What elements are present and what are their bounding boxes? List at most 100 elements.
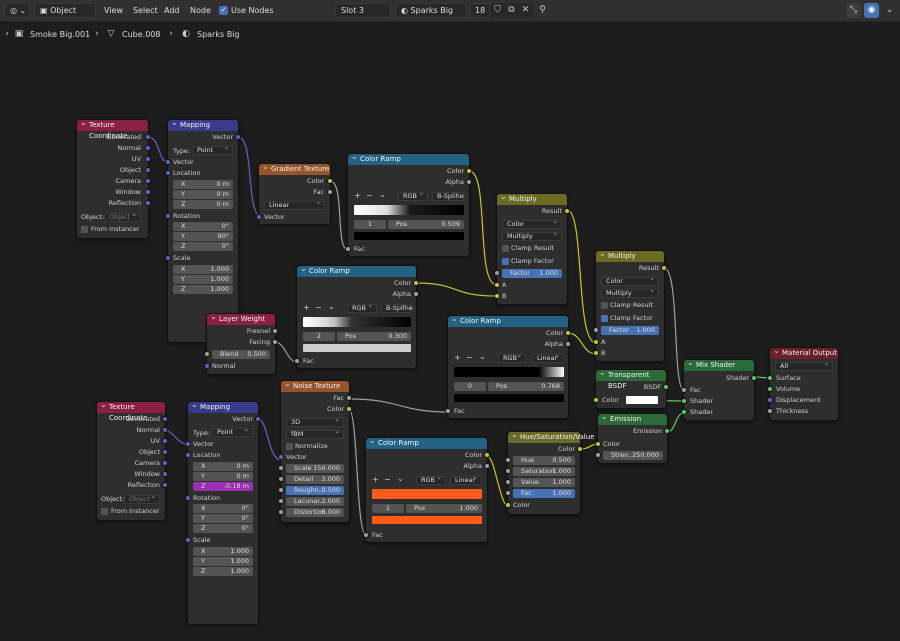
noise-basis-dropdown[interactable]: fBM bbox=[286, 428, 344, 439]
socket[interactable] bbox=[162, 427, 168, 433]
dimensions-dropdown[interactable]: 3D bbox=[286, 416, 344, 427]
socket[interactable] bbox=[346, 406, 352, 412]
socket[interactable] bbox=[145, 156, 151, 162]
stop-color-swatch[interactable] bbox=[303, 344, 411, 352]
socket[interactable] bbox=[595, 441, 601, 447]
socket[interactable] bbox=[185, 452, 191, 458]
remove-stop-icon[interactable]: − bbox=[466, 353, 473, 362]
socket[interactable] bbox=[565, 341, 571, 347]
scale-x-field[interactable]: X 1.000 bbox=[173, 265, 233, 274]
menu-node[interactable]: Node bbox=[190, 6, 211, 15]
socket[interactable] bbox=[565, 330, 571, 336]
scale-field[interactable]: Scale 150.000 bbox=[286, 464, 344, 473]
socket[interactable] bbox=[272, 339, 278, 345]
clamp-factor-checkbox[interactable] bbox=[601, 315, 608, 322]
chevron-down-icon[interactable]: ⌄ bbox=[379, 190, 386, 199]
color-mode-dropdown[interactable]: RGB bbox=[416, 474, 446, 485]
socket[interactable] bbox=[445, 408, 451, 414]
socket[interactable] bbox=[767, 386, 773, 392]
socket[interactable] bbox=[165, 159, 171, 165]
menu-select[interactable]: Select bbox=[133, 6, 158, 15]
lacunarity-field[interactable]: Lacunar... 2.000 bbox=[286, 497, 344, 506]
socket[interactable] bbox=[505, 490, 511, 496]
editor-type-button[interactable]: ◎ ⌄ bbox=[4, 3, 30, 18]
overlay-icon[interactable]: ⤡ bbox=[846, 3, 861, 18]
emission-node[interactable]: Emission Emission Color Stren...250.000 bbox=[595, 411, 670, 463]
socket[interactable] bbox=[278, 465, 284, 471]
chevron-down-icon[interactable]: ⌄ bbox=[479, 352, 486, 361]
socket[interactable] bbox=[363, 532, 369, 538]
node-header[interactable]: Gradient Texture bbox=[259, 161, 330, 175]
rotation-y-field[interactable]: Y 90° bbox=[173, 232, 233, 241]
factor-field[interactable]: Factor 1.000 bbox=[502, 269, 562, 278]
fake-user-icon[interactable]: ⛉ bbox=[490, 3, 505, 18]
location-z-field[interactable]: Z 0 m bbox=[173, 200, 233, 209]
roughness-field[interactable]: Roughn... 0.500 bbox=[286, 486, 344, 495]
socket[interactable] bbox=[162, 482, 168, 488]
socket[interactable] bbox=[162, 460, 168, 466]
breadcrumb-mesh[interactable]: Cube.008 bbox=[122, 30, 160, 39]
socket[interactable] bbox=[162, 438, 168, 444]
socket[interactable] bbox=[346, 395, 352, 401]
socket[interactable] bbox=[327, 178, 333, 184]
socket[interactable] bbox=[327, 189, 333, 195]
socket[interactable] bbox=[145, 189, 151, 195]
socket[interactable] bbox=[681, 409, 687, 415]
stop-index-field[interactable]: 2 bbox=[303, 332, 335, 341]
socket[interactable] bbox=[278, 509, 284, 515]
node-header[interactable]: Noise Texture bbox=[281, 378, 349, 392]
socket[interactable] bbox=[294, 358, 300, 364]
type-dropdown[interactable]: Point bbox=[192, 144, 233, 155]
node-header[interactable]: Hue/Saturation/Value bbox=[508, 429, 594, 443]
socket[interactable] bbox=[466, 179, 472, 185]
socket[interactable] bbox=[494, 270, 500, 276]
socket[interactable] bbox=[345, 246, 351, 252]
socket[interactable] bbox=[466, 168, 472, 174]
location-z-field[interactable]: Z -0.18 m bbox=[193, 482, 253, 491]
socket[interactable] bbox=[564, 208, 570, 214]
socket[interactable] bbox=[505, 502, 511, 508]
socket[interactable] bbox=[767, 408, 773, 414]
blend-mode-dropdown[interactable]: Multiply bbox=[601, 287, 659, 298]
scale-y-field[interactable]: Y 1.000 bbox=[173, 275, 233, 284]
socket[interactable] bbox=[413, 280, 419, 286]
interpolation-dropdown[interactable]: Linear bbox=[450, 474, 482, 485]
socket[interactable] bbox=[272, 328, 278, 334]
mix-multiply-node[interactable]: Multiply Result Color Multiply Clamp Res… bbox=[593, 248, 667, 361]
socket[interactable] bbox=[145, 200, 151, 206]
blend-mode-dropdown[interactable]: Multiply bbox=[502, 230, 562, 241]
fac-field[interactable]: Fac 1.000 bbox=[513, 489, 575, 498]
interpolation-dropdown[interactable]: Linear bbox=[532, 352, 564, 363]
scale-z-field[interactable]: Z 1.000 bbox=[193, 567, 253, 576]
unlink-icon[interactable]: ✕ bbox=[518, 3, 533, 18]
location-y-field[interactable]: Y 0 m bbox=[193, 472, 253, 481]
scale-x-field[interactable]: X 1.000 bbox=[193, 547, 253, 556]
socket[interactable] bbox=[413, 291, 419, 297]
sidebar-toggle-icon[interactable]: › bbox=[2, 29, 12, 39]
rotation-x-field[interactable]: X 0° bbox=[193, 504, 253, 513]
color-ramp-gradient[interactable] bbox=[454, 367, 564, 377]
user-count[interactable]: 18 bbox=[470, 3, 490, 18]
node-header[interactable]: Color Ramp bbox=[348, 151, 469, 165]
location-x-field[interactable]: X 0 m bbox=[173, 180, 233, 189]
color-ramp-gradient[interactable] bbox=[372, 489, 482, 499]
blend-field[interactable]: Blend 0.500 bbox=[212, 350, 270, 359]
mix-multiply-node[interactable]: Multiply Result Color Multiply Clamp Res… bbox=[494, 191, 570, 304]
mapping-node[interactable]: Mapping Vector Type: Point Vector Locati… bbox=[185, 399, 261, 624]
color-ramp-node[interactable]: Color Ramp Color Alpha + − ⌄ RGB B-Splin… bbox=[294, 263, 419, 368]
material-browse[interactable]: ◐ Sparks Big bbox=[395, 3, 467, 18]
socket[interactable] bbox=[751, 375, 757, 381]
node-header[interactable]: Mapping bbox=[168, 117, 238, 131]
hue-saturation-value-node[interactable]: Hue/Saturation/Value Color Hue 0.500 Satu… bbox=[505, 429, 594, 514]
menu-add[interactable]: Add bbox=[164, 6, 180, 15]
socket[interactable] bbox=[681, 398, 687, 404]
socket[interactable] bbox=[681, 387, 687, 393]
object-mode-dropdown[interactable]: ▣ Object bbox=[34, 3, 96, 18]
clamp-result-checkbox[interactable] bbox=[502, 245, 509, 252]
socket[interactable] bbox=[767, 397, 773, 403]
socket[interactable] bbox=[494, 282, 500, 288]
node-header[interactable]: Color Ramp bbox=[448, 313, 568, 327]
socket[interactable] bbox=[185, 495, 191, 501]
duplicate-icon[interactable]: ⧉ bbox=[504, 3, 519, 18]
interpolation-dropdown[interactable]: B-Spline bbox=[432, 190, 464, 201]
